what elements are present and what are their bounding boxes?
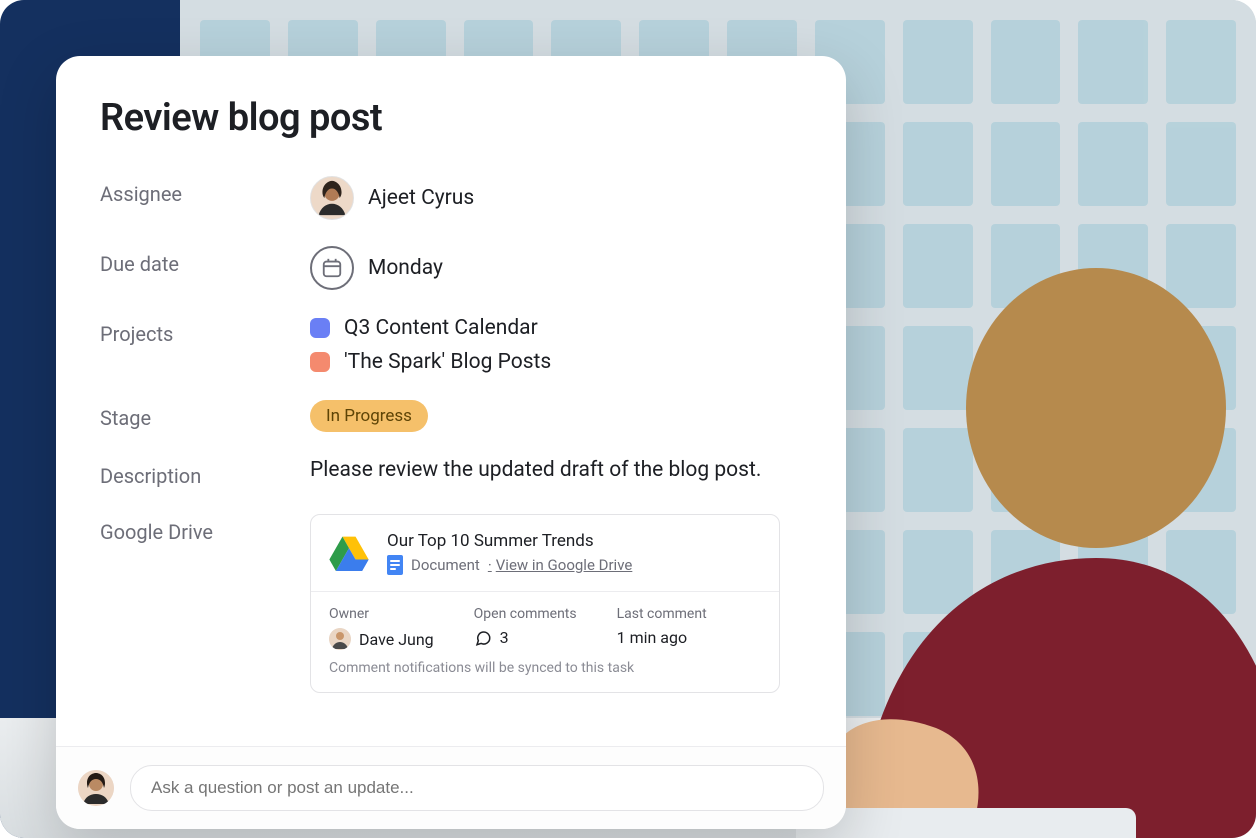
- drive-sync-note: Comment notifications will be synced to …: [311, 660, 779, 692]
- drive-attachment-header: Our Top 10 Summer Trends Document View i…: [311, 515, 779, 591]
- due-date-row: Due date Monday: [100, 246, 802, 290]
- comment-input[interactable]: [130, 765, 824, 811]
- comment-icon: [474, 629, 492, 647]
- last-comment-label: Last comment: [617, 606, 707, 622]
- projects-row: Projects Q3 Content Calendar 'The Spark'…: [100, 316, 802, 374]
- project-name: Q3 Content Calendar: [344, 316, 538, 340]
- due-date-text: Monday: [368, 256, 443, 280]
- assignee-label: Assignee: [100, 176, 310, 206]
- google-drive-value: Our Top 10 Summer Trends Document View i…: [310, 514, 802, 693]
- projects-label: Projects: [100, 316, 310, 346]
- drive-comments-col: Open comments 3: [474, 606, 577, 650]
- project-item[interactable]: 'The Spark' Blog Posts: [310, 350, 802, 374]
- google-doc-icon: [387, 555, 403, 575]
- drive-lastcomment-col: Last comment 1 min ago: [617, 606, 707, 650]
- stage-pill: In Progress: [310, 400, 428, 432]
- stage-row: Stage In Progress: [100, 400, 802, 432]
- drive-attachment-card[interactable]: Our Top 10 Summer Trends Document View i…: [310, 514, 780, 693]
- current-user-avatar[interactable]: [78, 770, 114, 806]
- drive-owner-label: Owner: [329, 606, 434, 622]
- open-comments-count: 3: [500, 628, 509, 647]
- assignee-value[interactable]: Ajeet Cyrus: [310, 176, 802, 220]
- drive-file-title: Our Top 10 Summer Trends: [387, 531, 632, 551]
- drive-owner-col: Owner Dave Jung: [329, 606, 434, 650]
- drive-owner-value: Dave Jung: [329, 628, 434, 650]
- description-label: Description: [100, 458, 310, 488]
- comment-bar: [56, 746, 846, 829]
- due-date-value[interactable]: Monday: [310, 246, 802, 290]
- task-detail-card: Review blog post Assignee Ajeet Cyrus Du…: [56, 56, 846, 829]
- open-comments-label: Open comments: [474, 606, 577, 622]
- open-comments-value: 3: [474, 628, 577, 647]
- view-in-drive-link[interactable]: View in Google Drive: [488, 556, 633, 574]
- drive-file-subtitle: Document View in Google Drive: [387, 555, 632, 575]
- assignee-name: Ajeet Cyrus: [368, 186, 474, 210]
- project-name: 'The Spark' Blog Posts: [344, 350, 551, 374]
- assignee-row: Assignee Ajeet Cyrus: [100, 176, 802, 220]
- description-row: Description Please review the updated dr…: [100, 458, 802, 488]
- stage-value[interactable]: In Progress: [310, 400, 802, 432]
- drive-owner-avatar: [329, 628, 351, 650]
- assignee-avatar: [310, 176, 354, 220]
- calendar-icon: [310, 246, 354, 290]
- project-color-chip: [310, 352, 330, 372]
- google-drive-icon: [329, 535, 369, 571]
- project-item[interactable]: Q3 Content Calendar: [310, 316, 802, 340]
- google-drive-label: Google Drive: [100, 514, 310, 544]
- google-drive-row: Google Drive Our Top 10 Summer Trends: [100, 514, 802, 693]
- project-color-chip: [310, 318, 330, 338]
- drive-attachment-meta: Owner Dave Jung Open comments: [311, 591, 779, 660]
- projects-list: Q3 Content Calendar 'The Spark' Blog Pos…: [310, 316, 802, 374]
- drive-file-type: Document: [411, 556, 480, 574]
- last-comment-value: 1 min ago: [617, 628, 707, 647]
- stage-label: Stage: [100, 400, 310, 430]
- app-stage: Review blog post Assignee Ajeet Cyrus Du…: [0, 0, 1256, 838]
- drive-owner-name: Dave Jung: [359, 630, 434, 649]
- task-title: Review blog post: [100, 96, 802, 140]
- description-text[interactable]: Please review the updated draft of the b…: [310, 458, 802, 482]
- due-date-label: Due date: [100, 246, 310, 276]
